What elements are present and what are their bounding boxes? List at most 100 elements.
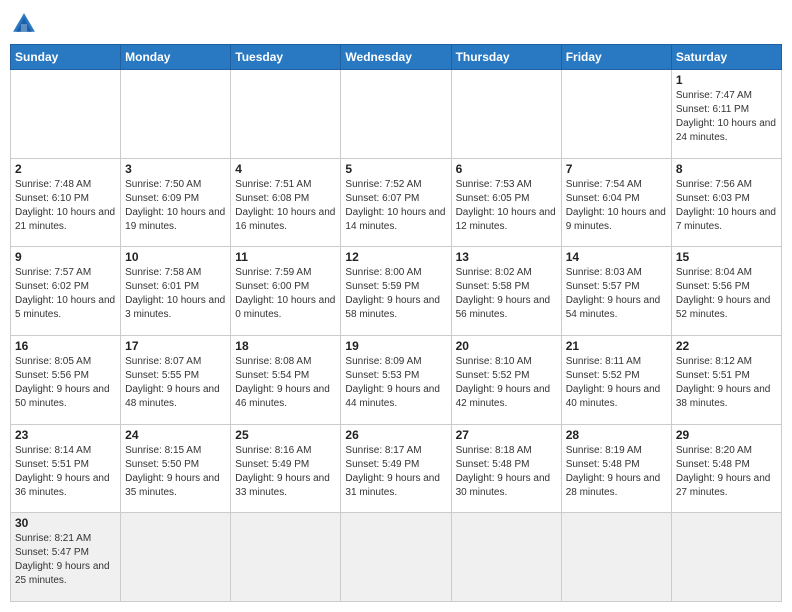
day-cell: 18 Sunrise: 8:08 AM Sunset: 5:54 PM Dayli… xyxy=(231,335,341,424)
day-info: Sunrise: 7:56 AM Sunset: 6:03 PM Dayligh… xyxy=(676,178,777,234)
day-number: 30 xyxy=(15,516,116,530)
day-cell: 12 Sunrise: 8:00 AM Sunset: 5:59 PM Dayli… xyxy=(341,247,451,336)
day-info: Sunrise: 8:21 AM Sunset: 5:47 PM Dayligh… xyxy=(15,532,116,588)
day-cell: 24Sunrise: 8:15 AM Sunset: 5:50 PM Dayli… xyxy=(121,424,231,513)
day-cell: 10Sunrise: 7:58 AM Sunset: 6:01 PM Dayli… xyxy=(121,247,231,336)
day-cell: 19 Sunrise: 8:09 AM Sunset: 5:53 PM Dayli… xyxy=(341,335,451,424)
day-cell xyxy=(341,513,451,602)
week-row-1: 2 Sunrise: 7:48 AM Sunset: 6:10 PM Daylig… xyxy=(11,158,782,247)
day-cell: 25Sunrise: 8:16 AM Sunset: 5:49 PM Dayli… xyxy=(231,424,341,513)
week-row-3: 16 Sunrise: 8:05 AM Sunset: 5:56 PM Dayli… xyxy=(11,335,782,424)
day-cell xyxy=(451,513,561,602)
day-number: 7 xyxy=(566,162,667,176)
day-info: Sunrise: 8:12 AM Sunset: 5:51 PM Dayligh… xyxy=(676,355,777,411)
day-info: Sunrise: 8:17 AM Sunset: 5:49 PM Dayligh… xyxy=(345,444,446,500)
day-cell: 27Sunrise: 8:18 AM Sunset: 5:48 PM Dayli… xyxy=(451,424,561,513)
day-number: 15 xyxy=(676,250,777,264)
day-number: 11 xyxy=(235,250,336,264)
day-number: 13 xyxy=(456,250,557,264)
week-row-4: 23 Sunrise: 8:14 AM Sunset: 5:51 PM Dayli… xyxy=(11,424,782,513)
day-cell: 7 Sunrise: 7:54 AM Sunset: 6:04 PM Daylig… xyxy=(561,158,671,247)
header xyxy=(10,10,782,38)
day-info: Sunrise: 7:48 AM Sunset: 6:10 PM Dayligh… xyxy=(15,178,116,234)
day-cell: 8Sunrise: 7:56 AM Sunset: 6:03 PM Daylig… xyxy=(671,158,781,247)
day-info: Sunrise: 7:59 AM Sunset: 6:00 PM Dayligh… xyxy=(235,266,336,322)
weekday-header-wednesday: Wednesday xyxy=(341,45,451,70)
logo xyxy=(10,10,42,38)
day-cell: 1 Sunrise: 7:47 AM Sunset: 6:11 PM Daylig… xyxy=(671,70,781,159)
day-info: Sunrise: 7:50 AM Sunset: 6:09 PM Dayligh… xyxy=(125,178,226,234)
day-number: 10 xyxy=(125,250,226,264)
day-number: 28 xyxy=(566,428,667,442)
day-number: 21 xyxy=(566,339,667,353)
day-cell: 16 Sunrise: 8:05 AM Sunset: 5:56 PM Dayli… xyxy=(11,335,121,424)
day-number: 20 xyxy=(456,339,557,353)
day-number: 23 xyxy=(15,428,116,442)
day-number: 22 xyxy=(676,339,777,353)
day-number: 14 xyxy=(566,250,667,264)
page: SundayMondayTuesdayWednesdayThursdayFrid… xyxy=(0,0,792,612)
day-cell: 15 Sunrise: 8:04 AM Sunset: 5:56 PM Dayli… xyxy=(671,247,781,336)
day-cell: 26 Sunrise: 8:17 AM Sunset: 5:49 PM Dayli… xyxy=(341,424,451,513)
day-info: Sunrise: 8:20 AM Sunset: 5:48 PM Dayligh… xyxy=(676,444,777,500)
day-number: 4 xyxy=(235,162,336,176)
day-number: 24 xyxy=(125,428,226,442)
day-info: Sunrise: 8:09 AM Sunset: 5:53 PM Dayligh… xyxy=(345,355,446,411)
week-row-5: 30 Sunrise: 8:21 AM Sunset: 5:47 PM Dayli… xyxy=(11,513,782,602)
day-number: 12 xyxy=(345,250,446,264)
day-number: 26 xyxy=(345,428,446,442)
day-cell: 28 Sunrise: 8:19 AM Sunset: 5:48 PM Dayli… xyxy=(561,424,671,513)
logo-icon xyxy=(10,10,38,38)
day-cell: 13 Sunrise: 8:02 AM Sunset: 5:58 PM Dayli… xyxy=(451,247,561,336)
week-row-2: 9 Sunrise: 7:57 AM Sunset: 6:02 PM Daylig… xyxy=(11,247,782,336)
day-cell: 17Sunrise: 8:07 AM Sunset: 5:55 PM Dayli… xyxy=(121,335,231,424)
day-info: Sunrise: 7:54 AM Sunset: 6:04 PM Dayligh… xyxy=(566,178,667,234)
day-number: 3 xyxy=(125,162,226,176)
day-info: Sunrise: 8:00 AM Sunset: 5:59 PM Dayligh… xyxy=(345,266,446,322)
day-cell: 4 Sunrise: 7:51 AM Sunset: 6:08 PM Daylig… xyxy=(231,158,341,247)
day-info: Sunrise: 7:57 AM Sunset: 6:02 PM Dayligh… xyxy=(15,266,116,322)
day-info: Sunrise: 8:11 AM Sunset: 5:52 PM Dayligh… xyxy=(566,355,667,411)
day-info: Sunrise: 8:02 AM Sunset: 5:58 PM Dayligh… xyxy=(456,266,557,322)
weekday-header-thursday: Thursday xyxy=(451,45,561,70)
day-cell: 21 Sunrise: 8:11 AM Sunset: 5:52 PM Dayli… xyxy=(561,335,671,424)
day-number: 27 xyxy=(456,428,557,442)
day-cell xyxy=(341,70,451,159)
day-info: Sunrise: 8:14 AM Sunset: 5:51 PM Dayligh… xyxy=(15,444,116,500)
day-cell: 11 Sunrise: 7:59 AM Sunset: 6:00 PM Dayli… xyxy=(231,247,341,336)
day-cell: 14 Sunrise: 8:03 AM Sunset: 5:57 PM Dayli… xyxy=(561,247,671,336)
day-number: 19 xyxy=(345,339,446,353)
day-info: Sunrise: 8:04 AM Sunset: 5:56 PM Dayligh… xyxy=(676,266,777,322)
day-number: 18 xyxy=(235,339,336,353)
week-row-0: 1 Sunrise: 7:47 AM Sunset: 6:11 PM Daylig… xyxy=(11,70,782,159)
day-number: 2 xyxy=(15,162,116,176)
weekday-header-row: SundayMondayTuesdayWednesdayThursdayFrid… xyxy=(11,45,782,70)
day-cell: 9 Sunrise: 7:57 AM Sunset: 6:02 PM Daylig… xyxy=(11,247,121,336)
day-info: Sunrise: 8:05 AM Sunset: 5:56 PM Dayligh… xyxy=(15,355,116,411)
day-info: Sunrise: 7:47 AM Sunset: 6:11 PM Dayligh… xyxy=(676,89,777,145)
calendar-table: SundayMondayTuesdayWednesdayThursdayFrid… xyxy=(10,44,782,602)
day-cell: 29 Sunrise: 8:20 AM Sunset: 5:48 PM Dayli… xyxy=(671,424,781,513)
day-number: 29 xyxy=(676,428,777,442)
day-cell xyxy=(451,70,561,159)
day-cell xyxy=(561,70,671,159)
day-cell: 20 Sunrise: 8:10 AM Sunset: 5:52 PM Dayli… xyxy=(451,335,561,424)
day-cell xyxy=(561,513,671,602)
day-cell: 23 Sunrise: 8:14 AM Sunset: 5:51 PM Dayli… xyxy=(11,424,121,513)
day-number: 9 xyxy=(15,250,116,264)
weekday-header-monday: Monday xyxy=(121,45,231,70)
day-number: 1 xyxy=(676,73,777,87)
day-info: Sunrise: 7:51 AM Sunset: 6:08 PM Dayligh… xyxy=(235,178,336,234)
day-cell: 3 Sunrise: 7:50 AM Sunset: 6:09 PM Daylig… xyxy=(121,158,231,247)
day-info: Sunrise: 8:10 AM Sunset: 5:52 PM Dayligh… xyxy=(456,355,557,411)
weekday-header-tuesday: Tuesday xyxy=(231,45,341,70)
day-cell xyxy=(231,513,341,602)
weekday-header-saturday: Saturday xyxy=(671,45,781,70)
day-info: Sunrise: 8:03 AM Sunset: 5:57 PM Dayligh… xyxy=(566,266,667,322)
day-info: Sunrise: 7:53 AM Sunset: 6:05 PM Dayligh… xyxy=(456,178,557,234)
day-info: Sunrise: 8:08 AM Sunset: 5:54 PM Dayligh… xyxy=(235,355,336,411)
day-number: 16 xyxy=(15,339,116,353)
day-cell: 2 Sunrise: 7:48 AM Sunset: 6:10 PM Daylig… xyxy=(11,158,121,247)
weekday-header-sunday: Sunday xyxy=(11,45,121,70)
day-info: Sunrise: 8:19 AM Sunset: 5:48 PM Dayligh… xyxy=(566,444,667,500)
